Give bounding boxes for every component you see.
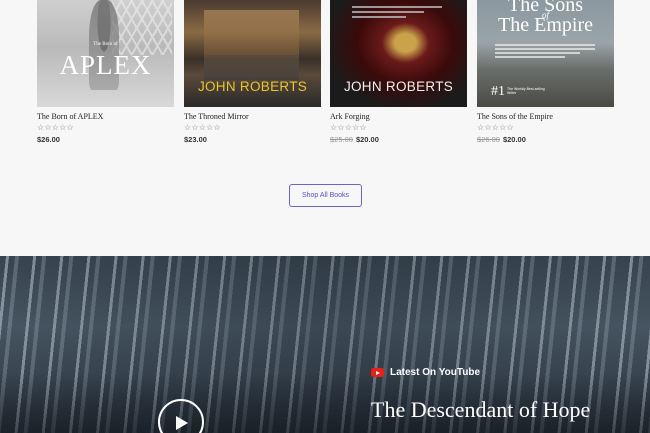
product-price: $25.00 $20.00	[330, 135, 379, 144]
price-current: $26.00	[37, 135, 60, 144]
star-rating: ☆☆☆☆☆	[477, 123, 514, 132]
video-title: The Descendant of Hope	[371, 397, 591, 422]
price-sale: $20.00	[355, 135, 379, 144]
cover-author: JOHN ROBERTS	[197, 79, 308, 94]
product-card[interactable]: The Sons of The Empire #1 The Worldly Be…	[477, 0, 614, 144]
cover-author: JOHN ROBERTS	[343, 79, 454, 94]
product-card[interactable]: JOHN ROBERTS The Throned Mirror ☆☆☆☆☆ $2…	[184, 0, 321, 144]
book-cover-image[interactable]: The Sons of The Empire #1 The Worldly Be…	[477, 0, 614, 107]
book-cover-image[interactable]: The Born of APLEX	[37, 0, 174, 107]
cover-blurb	[352, 6, 442, 21]
star-rating: ☆☆☆☆☆	[37, 123, 74, 132]
palace-illustration	[204, 10, 299, 55]
shop-all-books-button[interactable]: Shop All Books	[289, 184, 362, 207]
product-price: $26.00	[37, 135, 60, 144]
star-rating: ☆☆☆☆☆	[330, 123, 367, 132]
price-original: $25.00	[330, 135, 353, 144]
product-title[interactable]: The Throned Mirror	[184, 112, 249, 121]
youtube-label: Latest On YouTube	[390, 367, 481, 378]
product-title[interactable]: The Born of APLEX	[37, 112, 103, 121]
star-rating: ☆☆☆☆☆	[184, 123, 221, 132]
price-original: $26.00	[477, 135, 500, 144]
product-title[interactable]: Ark Forging	[330, 112, 370, 121]
product-card[interactable]: The Born of APLEX The Born of APLEX ☆☆☆☆…	[37, 0, 174, 144]
cover-subtitle: The Born of	[93, 42, 118, 47]
product-grid: The Born of APLEX The Born of APLEX ☆☆☆☆…	[0, 0, 650, 256]
cover-blurb	[495, 44, 595, 60]
cover-badge: The Worldly Best-selling Writer	[507, 87, 545, 95]
youtube-icon	[371, 368, 384, 377]
book-cover-image[interactable]: JOHN ROBERTS	[330, 0, 467, 107]
product-card[interactable]: JOHN ROBERTS Ark Forging ☆☆☆☆☆ $25.00 $20…	[330, 0, 467, 144]
book-cover-image[interactable]: JOHN ROBERTS	[184, 0, 321, 107]
cover-title: APLEX	[59, 50, 152, 80]
cover-title-line3: The Empire	[498, 14, 593, 36]
product-title[interactable]: The Sons of the Empire	[477, 112, 553, 121]
product-price: $23.00	[184, 135, 207, 144]
reflection-illustration	[204, 55, 299, 80]
product-price: $26.00 $20.00	[477, 135, 526, 144]
youtube-heading: Latest On YouTube	[371, 367, 480, 378]
price-current: $23.00	[184, 135, 207, 144]
cover-rank: #1	[491, 84, 505, 99]
price-sale: $20.00	[502, 135, 526, 144]
